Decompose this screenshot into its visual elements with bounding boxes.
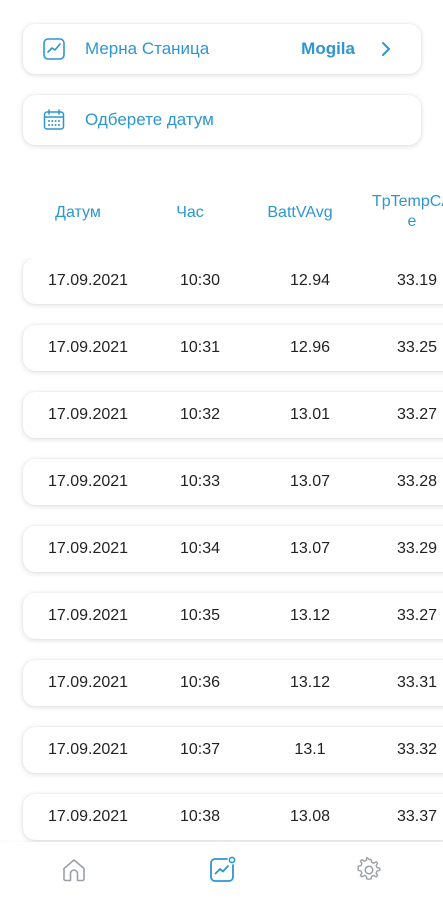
date-picker[interactable]: Одберете датум xyxy=(23,95,421,145)
cell-tptempcase: 33.25 xyxy=(397,339,438,356)
cell-date: 17.09.2021 xyxy=(47,607,129,624)
cell-time: 10:35 xyxy=(179,607,221,624)
table-row[interactable]: 17.09.2021 10:38 13.08 33.37 xyxy=(23,794,443,840)
cell-date: 17.09.2021 xyxy=(47,406,129,423)
column-header-battvavg[interactable]: BattVAvg xyxy=(252,203,348,223)
cell-time: 10:38 xyxy=(179,808,221,825)
cell-battvavg: 12.94 xyxy=(289,272,331,289)
cell-tptempcase: 33.19 xyxy=(397,272,438,289)
nav-settings-button[interactable] xyxy=(353,856,385,888)
table-row[interactable]: 17.09.2021 10:30 12.94 33.19 xyxy=(23,258,443,304)
cell-tptempcase: 33.31 xyxy=(397,674,438,691)
station-value: Mogila xyxy=(301,39,355,58)
cell-battvavg: 13.12 xyxy=(289,674,331,691)
cell-time: 10:37 xyxy=(179,741,221,758)
gear-icon xyxy=(355,856,383,889)
cell-date: 17.09.2021 xyxy=(47,674,129,691)
cell-tptempcase: 33.32 xyxy=(397,741,438,758)
cell-date: 17.09.2021 xyxy=(47,808,129,825)
column-header-tptempcase[interactable]: TpTempCA e xyxy=(352,192,443,232)
station-label: Мерна Станица xyxy=(85,39,210,58)
cell-date: 17.09.2021 xyxy=(47,339,129,356)
cell-time: 10:34 xyxy=(179,540,221,557)
table-row[interactable]: 17.09.2021 10:34 13.07 33.29 xyxy=(23,526,443,572)
cell-tptempcase: 33.28 xyxy=(397,473,438,490)
table-row[interactable]: 17.09.2021 10:33 13.07 33.28 xyxy=(23,459,443,505)
cell-date: 17.09.2021 xyxy=(47,473,129,490)
table-row[interactable]: 17.09.2021 10:36 13.12 33.31 xyxy=(23,660,443,706)
cell-time: 10:33 xyxy=(179,473,221,490)
table-row[interactable]: 17.09.2021 10:35 13.12 33.27 xyxy=(23,593,443,639)
table-header: Датум Час BattVAvg TpTempCA e xyxy=(0,192,443,234)
table-row[interactable]: 17.09.2021 10:31 12.96 33.25 xyxy=(23,325,443,371)
cell-time: 10:32 xyxy=(179,406,221,423)
cell-date: 17.09.2021 xyxy=(47,540,129,557)
table-body[interactable]: 17.09.2021 10:30 12.94 33.19 17.09.2021 … xyxy=(0,258,443,842)
cell-battvavg: 12.96 xyxy=(289,339,331,356)
cell-tptempcase: 33.27 xyxy=(397,406,438,423)
nav-chart-button[interactable] xyxy=(206,856,238,888)
station-selector[interactable]: Мерна Станица Mogila xyxy=(23,24,421,74)
table-row[interactable]: 17.09.2021 10:32 13.01 33.27 xyxy=(23,392,443,438)
cell-date: 17.09.2021 xyxy=(47,272,129,289)
table-row[interactable]: 17.09.2021 10:37 13.1 33.32 xyxy=(23,727,443,773)
calendar-icon xyxy=(41,107,67,133)
column-header-time[interactable]: Час xyxy=(160,203,220,223)
cell-date: 17.09.2021 xyxy=(47,741,129,758)
nav-home-button[interactable] xyxy=(58,856,90,888)
cell-battvavg: 13.07 xyxy=(289,540,331,557)
cell-tptempcase: 33.37 xyxy=(397,808,438,825)
column-header-date[interactable]: Датум xyxy=(30,203,126,223)
cell-battvavg: 13.01 xyxy=(289,406,331,423)
cell-battvavg: 13.07 xyxy=(289,473,331,490)
cell-time: 10:31 xyxy=(179,339,221,356)
bottom-navigation xyxy=(0,842,443,900)
chart-icon xyxy=(41,36,67,62)
cell-battvavg: 13.1 xyxy=(294,741,326,758)
chart-icon xyxy=(207,855,237,890)
cell-battvavg: 13.08 xyxy=(289,808,331,825)
cell-time: 10:36 xyxy=(179,674,221,691)
date-label: Одберете датум xyxy=(85,110,214,129)
cell-time: 10:30 xyxy=(179,272,221,289)
home-icon xyxy=(60,856,88,889)
cell-tptempcase: 33.27 xyxy=(397,607,438,624)
chevron-right-icon xyxy=(371,41,401,57)
cell-tptempcase: 33.29 xyxy=(397,540,438,557)
cell-battvavg: 13.12 xyxy=(289,607,331,624)
